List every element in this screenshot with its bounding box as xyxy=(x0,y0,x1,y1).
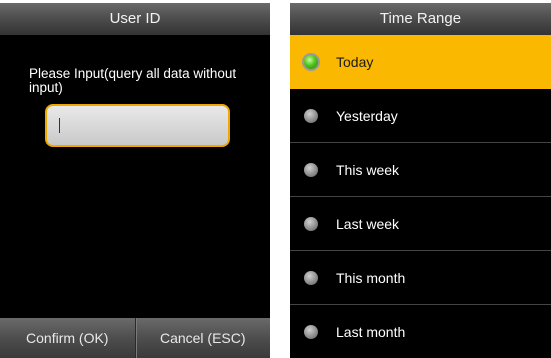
cancel-button[interactable]: Cancel (ESC) xyxy=(134,318,271,358)
time-range-option-label: Last month xyxy=(336,323,406,340)
time-range-option-label: Today xyxy=(336,54,374,70)
radio-unselected-icon xyxy=(304,324,318,339)
user-id-input[interactable] xyxy=(45,104,230,147)
time-range-option-yesterday[interactable]: Yesterday xyxy=(290,89,551,143)
user-id-screen: User ID Please Input(query all data with… xyxy=(0,3,270,358)
time-range-option-last-month[interactable]: Last month xyxy=(290,305,551,358)
confirm-button[interactable]: Confirm (OK) xyxy=(0,318,135,358)
time-range-option-this-week[interactable]: This week xyxy=(290,143,551,197)
time-range-option-today[interactable]: Today xyxy=(290,35,551,89)
radio-unselected-icon xyxy=(304,216,318,231)
time-range-option-this-month[interactable]: This month xyxy=(290,251,551,305)
radio-selected-icon xyxy=(304,55,318,69)
time-range-option-last-week[interactable]: Last week xyxy=(290,197,551,251)
text-caret xyxy=(59,118,60,133)
time-range-option-label: Yesterday xyxy=(336,107,398,124)
radio-unselected-icon xyxy=(304,108,318,123)
time-range-list: Today Yesterday This week Last week This… xyxy=(290,35,551,358)
user-id-title: User ID xyxy=(0,3,270,35)
time-range-option-label: This week xyxy=(336,161,400,178)
radio-unselected-icon xyxy=(304,162,318,177)
time-range-title: Time Range xyxy=(290,3,551,35)
radio-unselected-icon xyxy=(304,270,318,285)
time-range-option-label: This month xyxy=(336,269,406,286)
time-range-option-label: Last week xyxy=(336,215,400,232)
user-id-prompt: Please Input(query all data without inpu… xyxy=(29,66,237,95)
time-range-screen: Time Range Today Yesterday This week Las… xyxy=(290,3,551,358)
user-id-button-bar: Confirm (OK) Cancel (ESC) xyxy=(0,318,270,358)
